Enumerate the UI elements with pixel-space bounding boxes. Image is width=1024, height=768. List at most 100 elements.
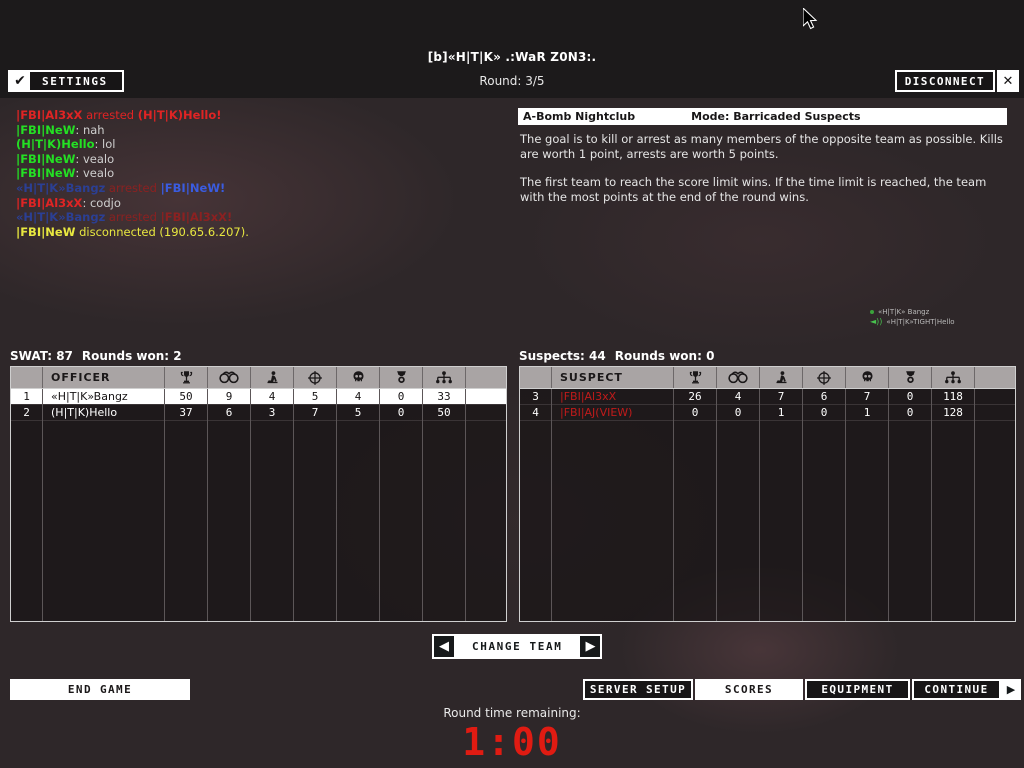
row-spacer	[975, 389, 1015, 404]
player-stat-ping: 50	[423, 405, 466, 420]
handcuffs-icon[interactable]	[208, 367, 251, 388]
swat-scoreboard: OFFICER 1 «H|T|K»Bangz 50 9 4 5 4 0 33 2 (H|T|K)Hel…	[10, 366, 507, 622]
player-stat-handcuffs: 4	[717, 389, 760, 404]
player-stat-crosshair: 0	[803, 405, 846, 420]
change-team-control[interactable]: ◀ CHANGE TEAM ▶	[432, 634, 603, 659]
chat-message: : lol	[94, 137, 116, 152]
player-stat-medal: 0	[380, 405, 423, 420]
player-stat-handcuffs: 0	[717, 405, 760, 420]
crosshair-icon[interactable]	[803, 367, 846, 388]
row-spacer	[975, 405, 1015, 420]
chat-author: |FBI|Al3xX	[16, 108, 83, 122]
suspects-rounds-won: Rounds won: 0	[614, 349, 715, 363]
chat-message: : vealo	[75, 166, 115, 181]
chat-message: disconnected (190.65.6.207).	[75, 224, 249, 239]
header-player-name[interactable]: SUSPECT	[552, 367, 674, 388]
chat-line: «H|T|K»Bangz arrested |FBI|Al3xX!	[16, 210, 497, 225]
chat-message: arrested	[105, 180, 161, 195]
chat-target: |FBI|Al3xX!	[160, 210, 233, 225]
player-stat-skull: 4	[337, 389, 380, 404]
player-stat-ping: 128	[932, 405, 975, 420]
chat-line: |FBI|NeW: vealo	[16, 166, 497, 181]
ping-icon[interactable]	[423, 367, 466, 388]
suspects-team-header: Suspects: 44 Rounds won: 0	[519, 349, 714, 363]
player-stat-arrest: 7	[760, 389, 803, 404]
top-bar: [b]«H|T|K» .:WaR Z0N3:. Round: 3/5 ✔ SET…	[0, 0, 1024, 98]
table-column-grid	[11, 389, 506, 621]
map-name: A-Bomb Nightclub	[523, 110, 636, 123]
player-stat-ping: 33	[423, 389, 466, 404]
trophy-icon[interactable]	[674, 367, 717, 388]
player-rank: 4	[520, 405, 552, 420]
header-player-name[interactable]: OFFICER	[43, 367, 165, 388]
scores-button[interactable]: SCORES	[695, 679, 803, 700]
table-row[interactable]: 1 «H|T|K»Bangz 50 9 4 5 4 0 33	[11, 389, 506, 405]
round-counter: Round: 3/5	[479, 74, 545, 88]
disconnect-group[interactable]: DISCONNECT ✕	[894, 70, 1019, 92]
suspects-table-header: SUSPECT	[520, 367, 1015, 389]
player-stat-medal: 0	[889, 405, 932, 420]
header-rank	[520, 367, 552, 388]
skull-icon[interactable]	[846, 367, 889, 388]
arrest-icon[interactable]	[251, 367, 294, 388]
settings-label: SETTINGS	[42, 74, 108, 88]
player-stat-arrest: 3	[251, 405, 294, 420]
continue-arrow-icon[interactable]: ▶	[1001, 679, 1021, 700]
player-stat-skull: 1	[846, 405, 889, 420]
trophy-icon[interactable]	[165, 367, 208, 388]
header-rank	[11, 367, 43, 388]
crosshair-icon[interactable]	[294, 367, 337, 388]
medal-icon[interactable]	[380, 367, 423, 388]
settings-button[interactable]: ✔ SETTINGS	[8, 70, 124, 92]
chat-author: «H|T|K»Bangz	[16, 210, 106, 225]
player-stat-trophy: 37	[165, 405, 208, 420]
round-timer-value: 1:00	[462, 720, 562, 764]
chat-line: |FBI|NeW: vealo	[16, 152, 497, 167]
player-stat-trophy: 0	[674, 405, 717, 420]
server-setup-button[interactable]: SERVER SETUP	[583, 679, 693, 700]
player-stat-arrest: 4	[251, 389, 294, 404]
player-stat-skull: 5	[337, 405, 380, 420]
chat-line: |FBI|Al3xX arrested (H|T|K)Hello!	[16, 108, 497, 123]
disconnect-button[interactable]: DISCONNECT	[894, 70, 995, 92]
chat-author: |FBI|NeW	[16, 151, 76, 166]
close-icon[interactable]: ✕	[997, 70, 1019, 92]
player-name: |FBI|Al3xX	[552, 389, 674, 404]
arrest-icon[interactable]	[760, 367, 803, 388]
chat-author: |FBI|NeW	[16, 166, 76, 181]
swat-table-header: OFFICER	[11, 367, 506, 389]
chat-line: |FBI|Al3xX: codjo	[16, 196, 497, 211]
player-stat-arrest: 1	[760, 405, 803, 420]
briefing-paragraph-2: The first team to reach the score limit …	[520, 175, 987, 204]
player-stat-skull: 7	[846, 389, 889, 404]
change-team-right-arrow-icon[interactable]: ▶	[580, 636, 601, 657]
change-team-left-arrow-icon[interactable]: ◀	[434, 636, 454, 657]
server-title: [b]«H|T|K» .:WaR Z0N3:.	[427, 50, 597, 64]
briefing-paragraph-1: The goal is to kill or arrest as many me…	[520, 132, 1003, 161]
table-row[interactable]: 4 |FBI|AJ(VIEW) 0 0 1 0 1 0 128	[520, 405, 1015, 421]
chat-author: |FBI|NeW	[16, 224, 76, 239]
player-stat-medal: 0	[889, 389, 932, 404]
chat-author: |FBI|NeW	[16, 122, 76, 137]
table-row[interactable]: 2 (H|T|K)Hello 37 6 3 7 5 0 50	[11, 405, 506, 421]
player-stat-crosshair: 6	[803, 389, 846, 404]
end-game-button[interactable]: END GAME	[10, 679, 190, 700]
game-screen: [b]«H|T|K» .:WaR Z0N3:. Round: 3/5 ✔ SET…	[0, 0, 1024, 768]
suspects-scoreboard: SUSPECT 3 |FBI|Al3xX 26 4 7 6 7 0 118 4 |FBI|AJ(VIE…	[519, 366, 1016, 622]
chat-target: |FBI|NeW!	[160, 180, 226, 195]
table-row[interactable]: 3 |FBI|Al3xX 26 4 7 6 7 0 118	[520, 389, 1015, 405]
briefing-header: A-Bomb Nightclub Mode: Barricaded Suspec…	[518, 108, 1007, 125]
player-stat-crosshair: 7	[294, 405, 337, 420]
handcuffs-icon[interactable]	[717, 367, 760, 388]
voice-chat-list: «H|T|K» Bangz ◄)) «H|T|K»TIGHT|Hello	[870, 307, 1010, 327]
mission-briefing: A-Bomb Nightclub Mode: Barricaded Suspec…	[518, 108, 1007, 306]
ping-icon[interactable]	[932, 367, 975, 388]
change-team-label[interactable]: CHANGE TEAM	[454, 636, 581, 657]
skull-icon[interactable]	[337, 367, 380, 388]
equipment-button[interactable]: EQUIPMENT	[805, 679, 910, 700]
chat-message: : vealo	[75, 151, 115, 166]
medal-icon[interactable]	[889, 367, 932, 388]
settings-checkbox[interactable]: ✔	[10, 72, 30, 90]
continue-button[interactable]: CONTINUE	[912, 679, 1001, 700]
swat-score: SWAT: 87	[10, 349, 73, 363]
